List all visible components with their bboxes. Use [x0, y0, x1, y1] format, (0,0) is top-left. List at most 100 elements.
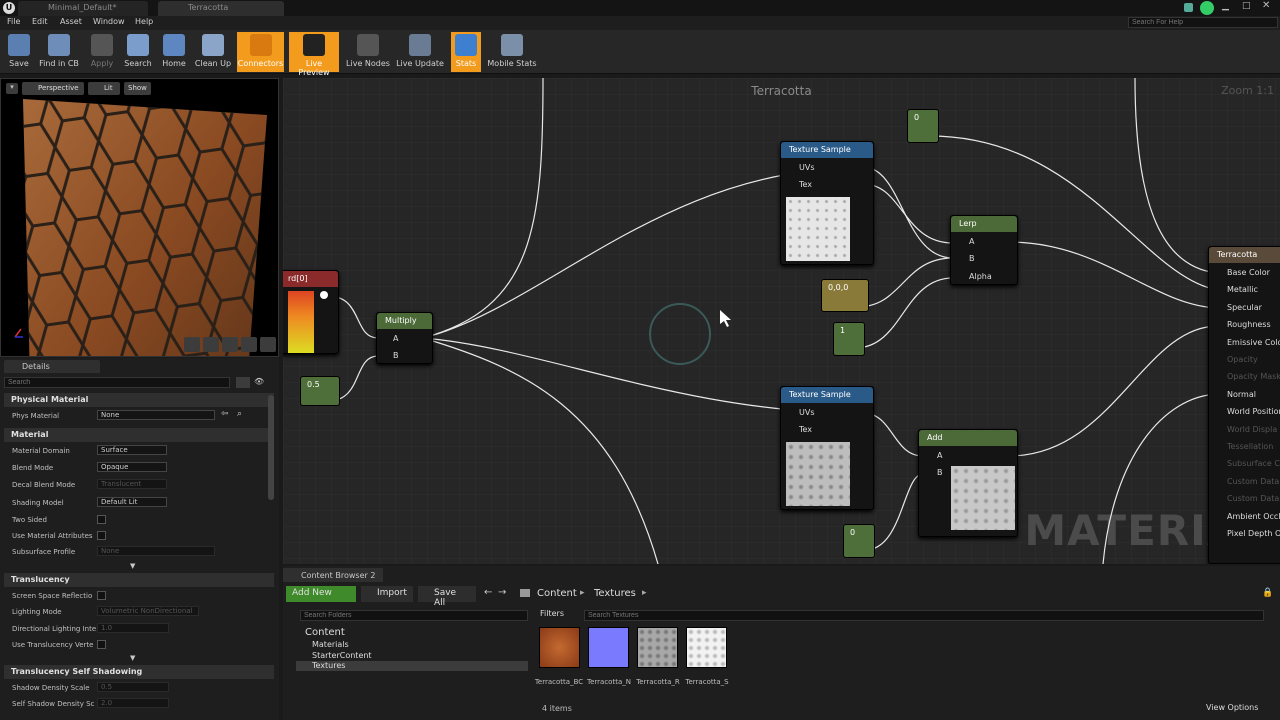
- output-pin[interactable]: Ambient Occlu: [1227, 512, 1280, 521]
- unreal-logo-icon[interactable]: U: [3, 2, 15, 14]
- phys-material-dropdown[interactable]: None: [97, 410, 215, 420]
- directional-lighting-input[interactable]: 1.0: [97, 623, 169, 633]
- add-new-button[interactable]: Add New: [286, 586, 356, 602]
- shadow-density-input[interactable]: 0.5: [97, 682, 169, 692]
- use-material-attributes-checkbox[interactable]: [97, 531, 106, 540]
- tree-content[interactable]: Content: [305, 627, 345, 638]
- show-button[interactable]: Show: [124, 82, 151, 95]
- output-pin[interactable]: Emissive Colo: [1227, 338, 1280, 347]
- ts1-pin-tex[interactable]: Tex: [799, 180, 812, 189]
- mobile-stats-button[interactable]: Mobile Stats: [486, 32, 538, 72]
- output-pin[interactable]: Opacity: [1227, 355, 1258, 364]
- cylinder-icon[interactable]: [184, 337, 200, 352]
- content-browser-tab[interactable]: Content Browser 2: [283, 568, 383, 582]
- chat-icon[interactable]: [1184, 3, 1193, 12]
- back-arrow-icon[interactable]: ←: [484, 587, 492, 598]
- lerp-node[interactable]: Lerp A B Alpha: [950, 215, 1018, 285]
- lerp-pin-b[interactable]: B: [969, 254, 975, 263]
- apply-button[interactable]: Apply: [86, 32, 118, 72]
- teapot-icon[interactable]: [260, 337, 276, 352]
- section-material[interactable]: Material: [4, 428, 274, 442]
- output-pin[interactable]: Metallic: [1227, 285, 1258, 294]
- use-selected-icon[interactable]: ⇦: [221, 409, 229, 419]
- material-output-node[interactable]: Terracotta Base Color Metallic Specular Rou…: [1208, 246, 1280, 564]
- expand-arrow-icon[interactable]: ▼: [130, 654, 135, 662]
- maximize-icon[interactable]: □: [1242, 1, 1251, 11]
- live-nodes-button[interactable]: Live Nodes: [344, 32, 392, 72]
- multiply-pin-a[interactable]: A: [393, 334, 398, 343]
- add-node[interactable]: Add A B: [918, 429, 1018, 537]
- stats-button[interactable]: Stats: [451, 32, 481, 72]
- subsurface-profile-dropdown[interactable]: None: [97, 546, 215, 556]
- lock-icon[interactable]: 🔒: [1262, 588, 1273, 598]
- minimize-icon[interactable]: ▁: [1222, 1, 1229, 11]
- tree-textures[interactable]: Textures: [312, 661, 345, 670]
- path-textures[interactable]: Textures: [594, 588, 636, 599]
- search-textures-input[interactable]: [584, 610, 1264, 621]
- thumb-terracotta-r[interactable]: [637, 627, 678, 668]
- const-0-node-top[interactable]: 0: [907, 109, 939, 143]
- save-button[interactable]: Save: [4, 32, 34, 72]
- ssr-checkbox[interactable]: [97, 591, 106, 600]
- forward-arrow-icon[interactable]: →: [498, 587, 506, 598]
- search-button[interactable]: Search: [122, 32, 154, 72]
- thumb-terracotta-s[interactable]: [686, 627, 727, 668]
- live-preview-button[interactable]: Live Preview: [289, 32, 339, 77]
- self-shadow-input[interactable]: 2.0: [97, 698, 169, 708]
- clean-up-button[interactable]: Clean Up: [194, 32, 232, 72]
- use-translucency-checkbox[interactable]: [97, 640, 106, 649]
- lerp-pin-a[interactable]: A: [969, 237, 974, 246]
- shading-model-dropdown[interactable]: Default Lit: [97, 497, 167, 507]
- const-vector-node[interactable]: 0,0,0: [821, 279, 869, 312]
- material-domain-dropdown[interactable]: Surface: [97, 445, 167, 455]
- texcoord-node[interactable]: rd[0]: [283, 270, 339, 354]
- multiply-node[interactable]: Multiply A B: [376, 312, 433, 364]
- menu-help[interactable]: Help: [135, 17, 153, 26]
- search-folders-input[interactable]: [300, 610, 528, 621]
- lit-button[interactable]: Lit: [88, 82, 120, 95]
- lerp-pin-alpha[interactable]: Alpha: [969, 272, 992, 281]
- source-control-icon[interactable]: [1200, 1, 1214, 15]
- tree-starter-content[interactable]: StarterContent: [312, 651, 372, 660]
- texture-sample-node-2[interactable]: Texture Sample UVs Tex: [780, 386, 874, 510]
- section-translucency[interactable]: Translucency: [4, 573, 274, 587]
- filters-button[interactable]: Filters: [540, 609, 580, 621]
- ts2-pin-tex[interactable]: Tex: [799, 425, 812, 434]
- details-search-input[interactable]: [4, 377, 230, 388]
- path-content[interactable]: Content: [537, 588, 577, 599]
- output-pin[interactable]: Specular: [1227, 303, 1262, 312]
- blend-mode-dropdown[interactable]: Opaque: [97, 462, 167, 472]
- viewport-options-icon[interactable]: ▾: [6, 83, 18, 94]
- section-physical-material[interactable]: Physical Material: [4, 393, 274, 407]
- find-in-cb-button[interactable]: Find in CB: [38, 32, 80, 72]
- output-pin[interactable]: Opacity Mask: [1227, 372, 1280, 381]
- material-graph-canvas[interactable]: Terracotta Zoom 1:1 MATERIAL rd[0] Multi…: [283, 78, 1280, 564]
- tree-materials[interactable]: Materials: [312, 640, 349, 649]
- material-preview-viewport[interactable]: [0, 78, 279, 419]
- output-pin[interactable]: Pixel Depth Of: [1227, 529, 1280, 538]
- output-pin[interactable]: Normal: [1227, 390, 1256, 399]
- list-view-icon[interactable]: [236, 377, 250, 388]
- lighting-mode-dropdown[interactable]: Volumetric NonDirectional: [97, 606, 199, 616]
- import-button[interactable]: Import: [361, 586, 413, 602]
- home-button[interactable]: Home: [158, 32, 190, 72]
- browse-icon[interactable]: ⌕: [237, 409, 242, 419]
- output-pin[interactable]: Subsurface C: [1227, 459, 1280, 468]
- ts1-pin-uvs[interactable]: UVs: [799, 163, 815, 172]
- plane-icon[interactable]: [222, 337, 238, 352]
- save-all-button[interactable]: Save All: [418, 586, 476, 608]
- decal-blend-dropdown[interactable]: Translucent: [97, 479, 167, 489]
- view-options-button[interactable]: View Options: [1206, 703, 1276, 712]
- thumb-terracotta-bc[interactable]: [539, 627, 580, 668]
- output-pin[interactable]: Roughness: [1227, 320, 1271, 329]
- add-pin-a[interactable]: A: [937, 451, 942, 460]
- texcoord-output-pin[interactable]: [320, 291, 328, 299]
- output-pin[interactable]: World Displa: [1227, 425, 1277, 434]
- two-sided-checkbox[interactable]: [97, 515, 106, 524]
- cube-icon[interactable]: [241, 337, 257, 352]
- const-0-5-node[interactable]: 0.5: [300, 376, 340, 406]
- sphere-icon[interactable]: [203, 337, 219, 352]
- output-pin[interactable]: Tessellation: [1227, 442, 1273, 451]
- help-search-input[interactable]: [1128, 17, 1278, 28]
- expand-arrow-icon[interactable]: ▼: [130, 562, 135, 570]
